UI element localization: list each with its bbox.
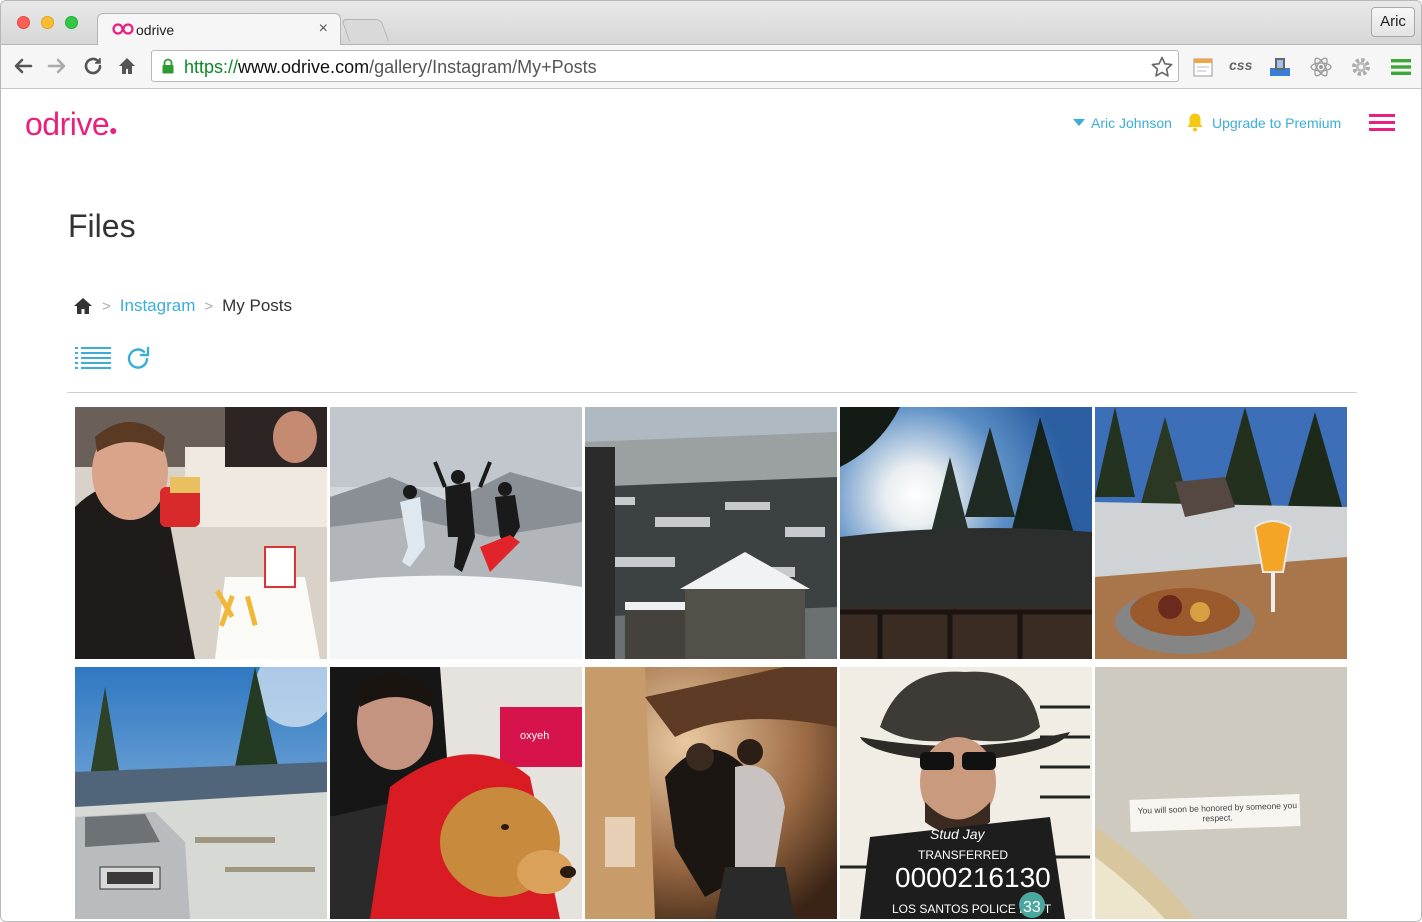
mugshot-name: Stud Jay bbox=[930, 826, 985, 842]
photo-burger-image bbox=[75, 407, 327, 659]
photo-hug-image bbox=[585, 667, 837, 919]
forward-button[interactable] bbox=[45, 54, 69, 78]
photo-hug[interactable] bbox=[585, 667, 837, 919]
breadcrumb-my-posts: My Posts bbox=[222, 296, 293, 315]
zoom-window-button[interactable] bbox=[65, 16, 78, 29]
reload-button[interactable] bbox=[81, 54, 105, 78]
arrow-left-icon bbox=[14, 58, 33, 74]
photo-fortune-image: You will soon be honored by someone you … bbox=[1095, 667, 1347, 919]
breadcrumb-instagram[interactable]: Instagram bbox=[120, 296, 196, 316]
address-bar[interactable]: https://www.odrive.com/gallery/Instagram… bbox=[151, 50, 1179, 82]
photo-sun-trees[interactable] bbox=[840, 407, 1092, 659]
photo-car-snow-image bbox=[75, 667, 327, 919]
notes-icon[interactable] bbox=[1191, 55, 1215, 79]
reload-icon bbox=[84, 57, 102, 75]
bell-icon[interactable] bbox=[1186, 112, 1204, 132]
chevron-right-icon: > bbox=[204, 297, 214, 315]
photo-mountain-village[interactable] bbox=[585, 407, 837, 659]
photo-dog-hoodie-image: oxyeh bbox=[330, 667, 582, 919]
photo-sun-trees-image bbox=[840, 407, 1092, 659]
breadcrumb: > Instagram > My Posts bbox=[73, 294, 292, 318]
browser-toolbar: https://www.odrive.com/gallery/Instagram… bbox=[1, 45, 1421, 89]
content-divider bbox=[67, 392, 1357, 393]
photo-ski-jump-image bbox=[330, 407, 582, 659]
react-icon[interactable] bbox=[1309, 55, 1333, 79]
home-icon bbox=[119, 58, 135, 74]
url-text: https://www.odrive.com/gallery/Instagram… bbox=[184, 57, 597, 77]
photo-fortune[interactable]: You will soon be honored by someone you … bbox=[1095, 667, 1347, 919]
tab-title: odrive bbox=[136, 22, 175, 38]
css-icon[interactable]: css bbox=[1229, 57, 1253, 81]
home-button[interactable] bbox=[115, 54, 139, 78]
photo-grid: oxyeh Stud Jay TRANSFERRED 0000216130 LO… bbox=[75, 407, 1349, 919]
odrive-logo[interactable]: odrive● bbox=[25, 106, 118, 143]
user-menu-link[interactable]: Aric Johnson bbox=[1073, 115, 1172, 131]
photo-dog-hoodie[interactable]: oxyeh bbox=[330, 667, 582, 919]
tab-bar: odrive × Aric bbox=[1, 1, 1421, 46]
gear-icon[interactable] bbox=[1349, 55, 1373, 79]
photo-ski-jump[interactable] bbox=[330, 407, 582, 659]
browser-tab-odrive[interactable]: odrive × bbox=[97, 13, 341, 46]
browser-window: odrive × Aric https://www.odrive.com/gal… bbox=[0, 0, 1422, 922]
tab-close-icon[interactable]: × bbox=[319, 20, 328, 38]
caret-down-icon bbox=[1073, 119, 1085, 126]
shirt-text: oxyeh bbox=[520, 730, 549, 742]
photo-mountain-village-image bbox=[585, 407, 837, 659]
new-tab-button[interactable] bbox=[340, 19, 390, 41]
profile-button[interactable]: Aric bbox=[1371, 7, 1415, 37]
view-tools bbox=[75, 345, 153, 371]
mugshot-badge: 33 bbox=[1023, 899, 1041, 916]
arrow-right-icon bbox=[47, 58, 66, 74]
menu-icon[interactable] bbox=[1389, 55, 1413, 79]
bookmark-star-icon[interactable] bbox=[1150, 55, 1174, 79]
fortune-text: You will soon be honored by someone you … bbox=[1137, 800, 1298, 824]
odrive-page: odrive● Aric Johnson Upgrade to Premium … bbox=[1, 90, 1421, 921]
lock-icon bbox=[162, 58, 174, 74]
home-breadcrumb-icon[interactable] bbox=[73, 296, 93, 316]
list-view-icon[interactable] bbox=[75, 346, 111, 370]
minimize-window-button[interactable] bbox=[41, 16, 54, 29]
photo-mugshot[interactable]: Stud Jay TRANSFERRED 0000216130 LOS SANT… bbox=[840, 667, 1092, 919]
mugshot-status: TRANSFERRED bbox=[918, 848, 1008, 862]
photo-mugshot-image: Stud Jay TRANSFERRED 0000216130 LOS SANT… bbox=[840, 667, 1092, 919]
app-menu-button[interactable] bbox=[1369, 114, 1395, 132]
upload-icon[interactable] bbox=[1268, 55, 1292, 79]
upgrade-premium-link[interactable]: Upgrade to Premium bbox=[1212, 115, 1341, 131]
photo-breakfast-image bbox=[1095, 407, 1347, 659]
photo-burger[interactable] bbox=[75, 407, 327, 659]
close-window-button[interactable] bbox=[17, 16, 30, 29]
odrive-favicon-icon bbox=[112, 23, 134, 35]
photo-breakfast[interactable] bbox=[1095, 407, 1347, 659]
photo-car-snow[interactable] bbox=[75, 667, 327, 919]
mugshot-number: 0000216130 bbox=[895, 862, 1051, 893]
page-title: Files bbox=[68, 208, 136, 244]
refresh-icon[interactable] bbox=[125, 345, 153, 371]
chevron-right-icon: > bbox=[102, 297, 111, 315]
back-button[interactable] bbox=[11, 54, 35, 78]
